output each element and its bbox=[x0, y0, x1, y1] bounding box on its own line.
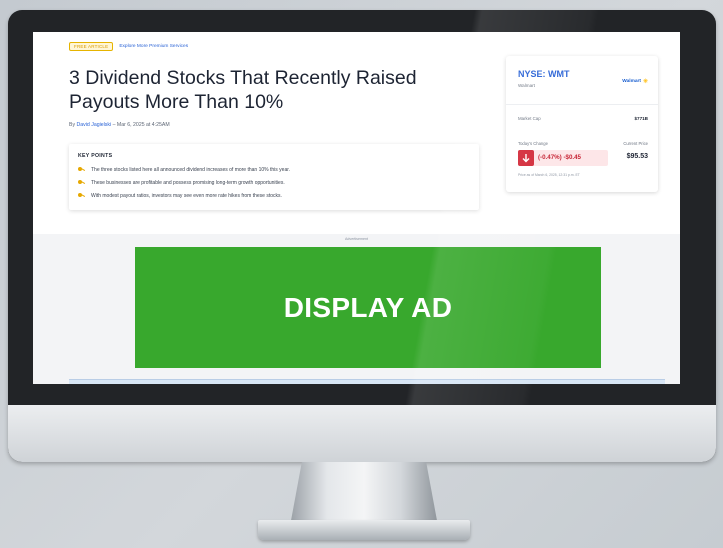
change-value: (-0.47%) -$0.45 bbox=[538, 154, 581, 161]
monitor-stand-neck bbox=[290, 462, 438, 526]
key-points-box: KEY POINTS The three stocks listed here … bbox=[69, 144, 479, 210]
todays-change-label: Today's Change bbox=[518, 141, 548, 146]
byline-prefix: By bbox=[69, 122, 76, 128]
display-ad[interactable]: DISPLAY AD bbox=[135, 247, 601, 368]
premium-badge: Free Article bbox=[69, 42, 114, 51]
key-point-item: With modest payout ratios, investors may… bbox=[78, 193, 282, 199]
article-date: – Mar 6, 2025 at 4:25AM bbox=[112, 122, 170, 128]
content-strip bbox=[69, 379, 665, 384]
walmart-logo: Walmart ✳ bbox=[622, 78, 648, 85]
article-tagline: Free Article Explore More Premium Servic… bbox=[69, 42, 188, 51]
walmart-logo-text: Walmart bbox=[622, 79, 641, 84]
monitor-screen: Free Article Explore More Premium Servic… bbox=[33, 32, 680, 384]
author-link[interactable]: David Jagielski bbox=[77, 122, 112, 128]
key-points-title: KEY POINTS bbox=[78, 153, 113, 159]
company-name: Walmart bbox=[518, 83, 535, 88]
article-headline: 3 Dividend Stocks That Recently Raised P… bbox=[69, 67, 417, 113]
key-icon bbox=[78, 167, 85, 173]
card-divider bbox=[506, 104, 658, 105]
current-price-label: Current Price bbox=[623, 141, 648, 146]
change-badge: (-0.47%) -$0.45 bbox=[518, 150, 608, 166]
spark-icon: ✳ bbox=[642, 79, 648, 85]
key-point-item: The three stocks listed here all announc… bbox=[78, 167, 290, 173]
stock-ticker-link[interactable]: NYSE: WMT bbox=[518, 69, 570, 79]
display-ad-text: DISPLAY AD bbox=[283, 291, 453, 323]
key-point-text: With modest payout ratios, investors may… bbox=[91, 193, 282, 199]
key-icon bbox=[78, 180, 85, 186]
market-cap-label: Market Cap bbox=[518, 116, 541, 121]
key-point-item: These businesses are profitable and poss… bbox=[78, 180, 285, 186]
key-icon bbox=[78, 193, 85, 199]
monitor-stand-base bbox=[258, 520, 470, 540]
down-arrow-icon bbox=[518, 150, 534, 166]
article-byline: By David Jagielski – Mar 6, 2025 at 4:25… bbox=[69, 122, 170, 128]
article-area: Free Article Explore More Premium Servic… bbox=[33, 32, 680, 234]
key-point-text: These businesses are profitable and poss… bbox=[91, 180, 285, 186]
current-price: $95.53 bbox=[626, 153, 648, 160]
market-cap-value: $771B bbox=[634, 116, 648, 121]
price-timestamp: Price as of March 6, 2025, 12:31 p.m. ET bbox=[518, 173, 580, 177]
key-point-text: The three stocks listed here all announc… bbox=[91, 167, 291, 173]
advertisement-label: Advertisement bbox=[345, 237, 368, 241]
monitor-chin bbox=[8, 405, 716, 462]
explore-premium-link[interactable]: Explore More Premium Services bbox=[119, 44, 188, 49]
stock-quote-card: NYSE: WMT Walmart Walmart ✳ Market Cap $… bbox=[506, 56, 658, 192]
